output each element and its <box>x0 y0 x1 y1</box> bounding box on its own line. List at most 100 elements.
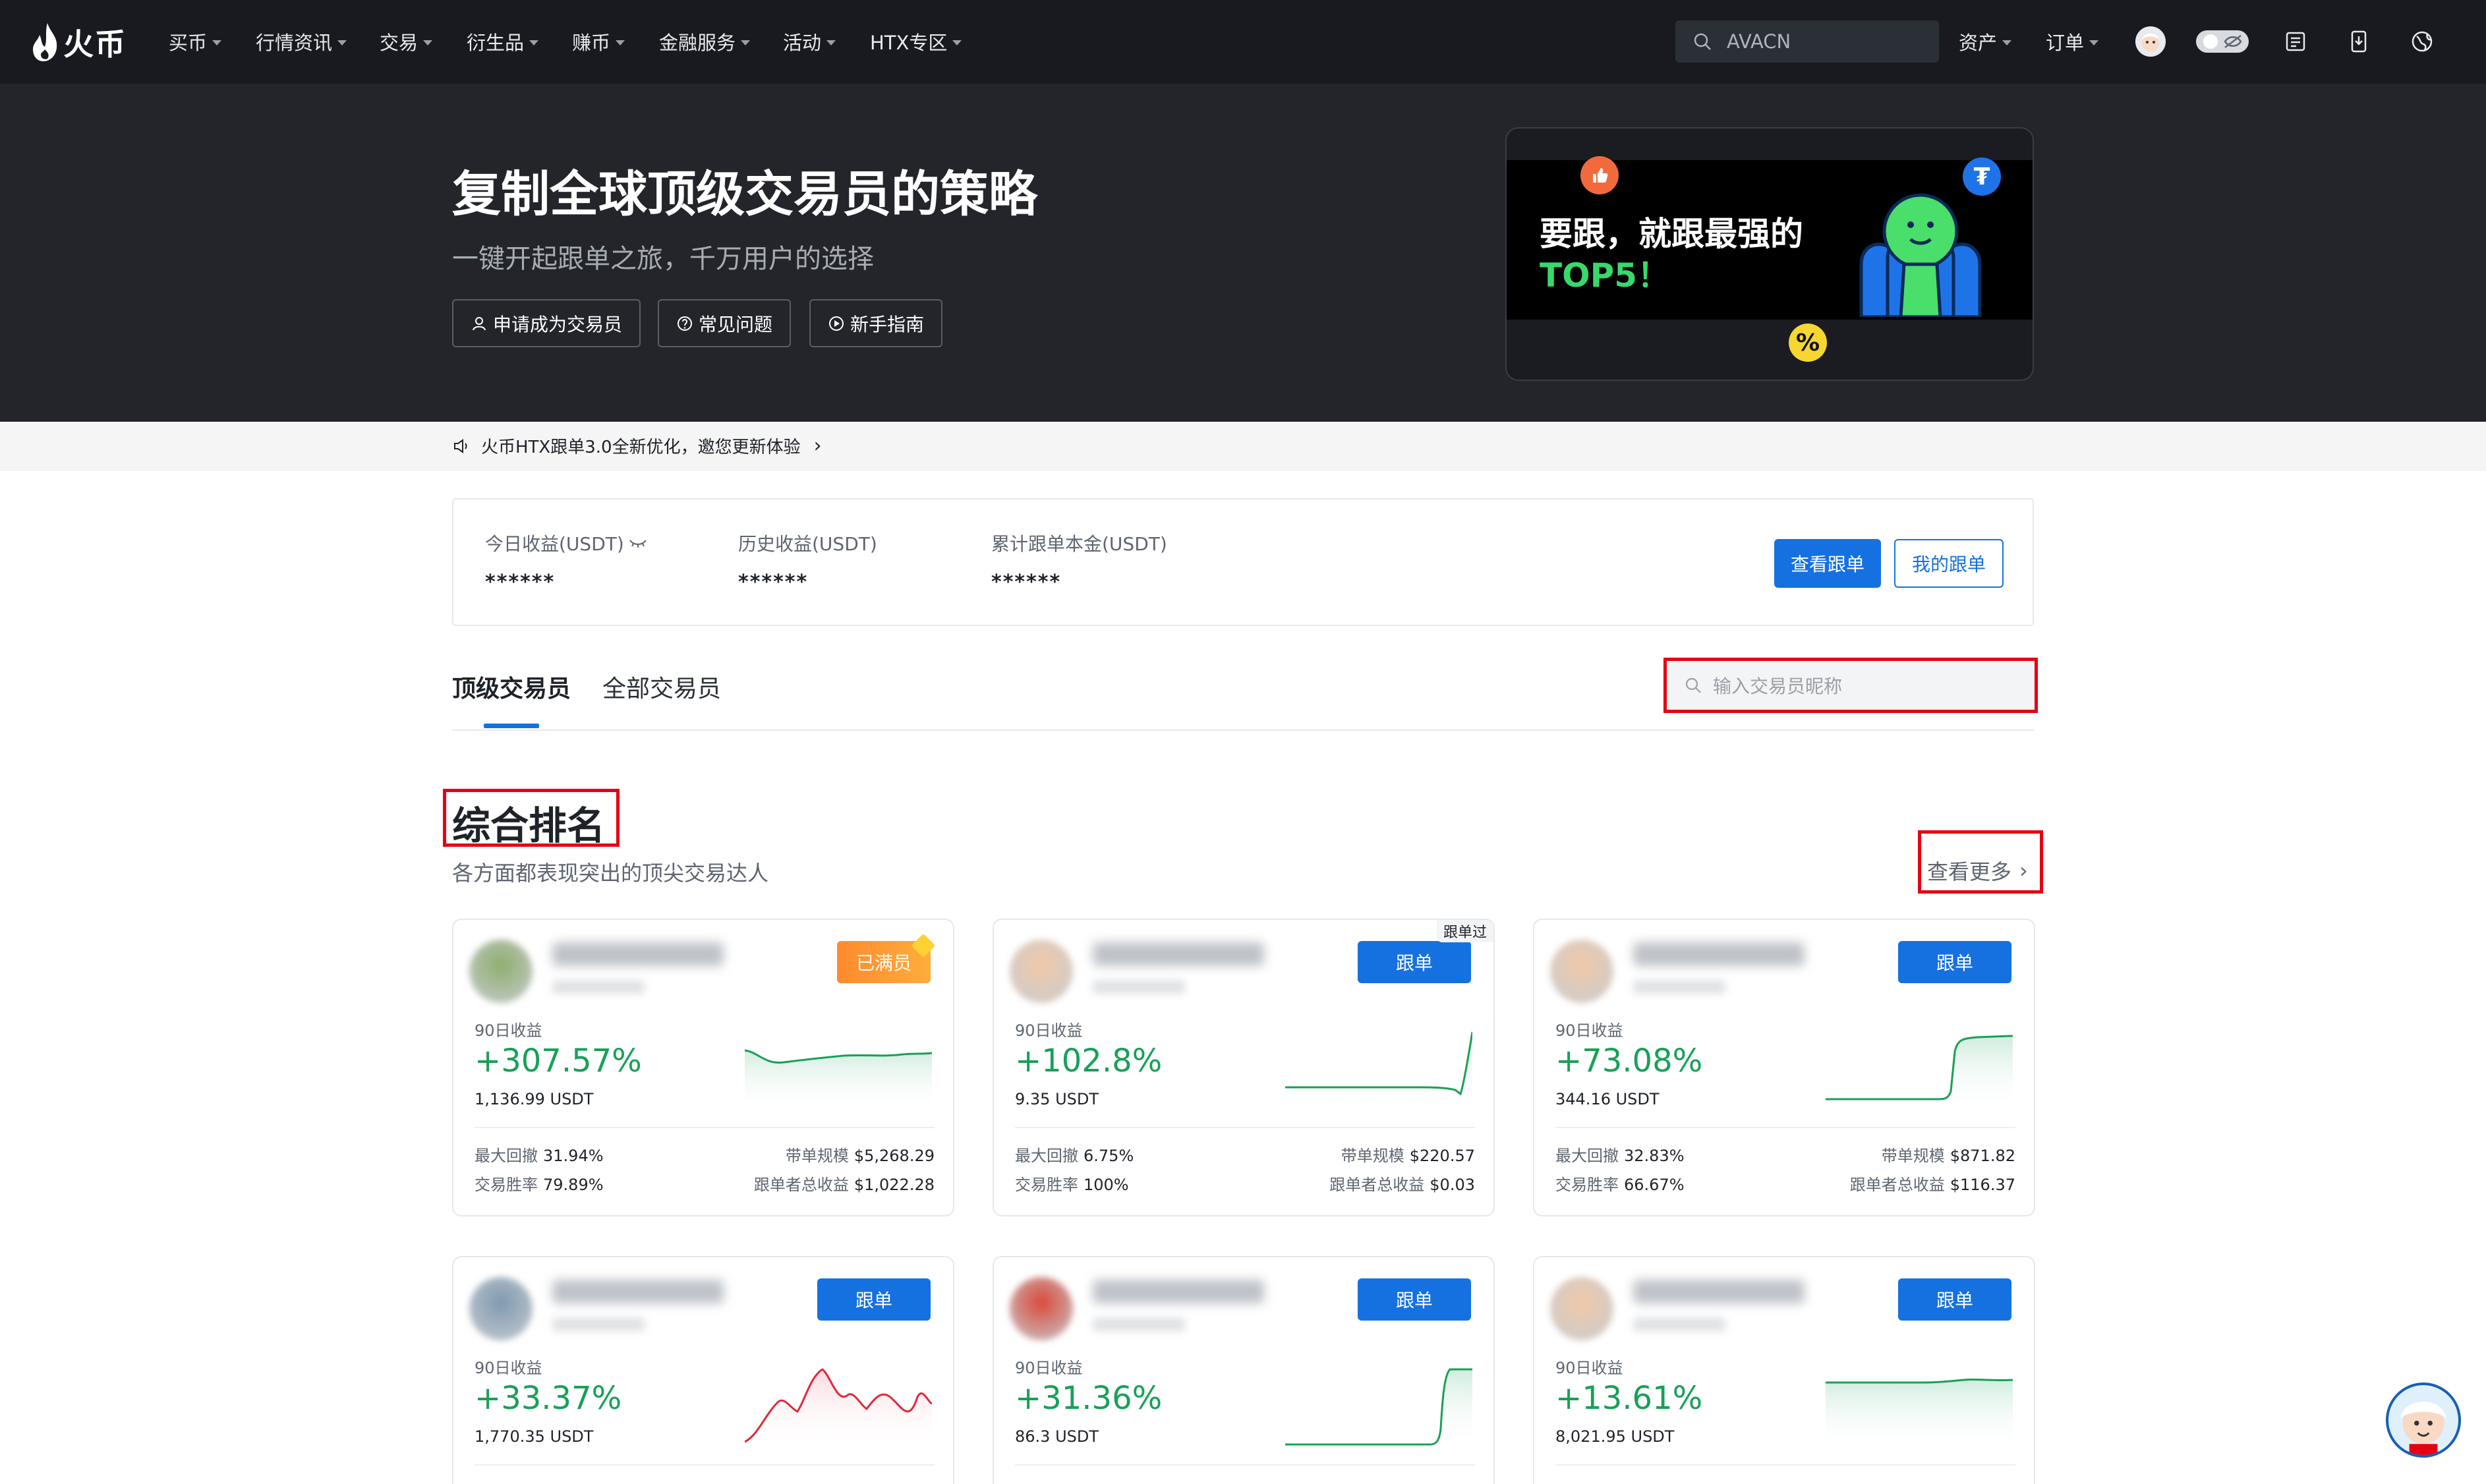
trader-avatar[interactable] <box>1010 1277 1073 1340</box>
roi-value: +13.61% <box>1555 1380 1703 1417</box>
promo-banner-top5[interactable]: ₮ 要跟，就跟最强的 TOP5！ % <box>1505 127 2034 381</box>
customer-service-icon[interactable] <box>2386 1383 2461 1458</box>
nav-item-derivatives[interactable]: 衍生品 <box>467 26 539 57</box>
follow-button[interactable]: 跟单 <box>1358 941 1471 983</box>
tab-all-traders[interactable]: 全部交易员 <box>602 670 721 704</box>
mascot-figure-icon <box>1859 193 1982 317</box>
follow-button[interactable]: 跟单 <box>1898 941 2011 983</box>
caret-down-icon <box>423 40 433 45</box>
total-principal-value: ****** <box>991 571 1062 594</box>
user-avatar[interactable] <box>2135 26 2166 57</box>
announcement-text: 火币HTX跟单3.0全新优化，邀您更新体验 <box>481 438 801 457</box>
nav-item-htx-zone[interactable]: HTX专区 <box>870 26 962 57</box>
nav-assets-menu[interactable]: 资产 <box>1959 26 2012 57</box>
trader-card[interactable]: 跟单 90日收益 +33.37% 1,770.35 USDT <box>452 1256 954 1484</box>
language-globe-icon[interactable] <box>2407 26 2437 57</box>
htx-logo[interactable]: 火币 <box>30 16 127 69</box>
trader-card[interactable]: 跟单 90日收益 +31.36% 86.3 USDT <box>993 1256 1495 1484</box>
roi-label: 90日收益 <box>1555 1359 1623 1377</box>
trader-avatar[interactable] <box>1010 940 1073 1003</box>
nav-item-label: 行情资讯 <box>256 32 333 54</box>
hero-banner <box>0 84 2486 422</box>
play-circle-icon <box>829 316 844 331</box>
follow-button[interactable]: 跟单 <box>817 1278 931 1321</box>
messages-icon[interactable] <box>2280 26 2311 57</box>
view-copy-orders-button[interactable]: 查看跟单 <box>1774 539 1881 588</box>
nav-search-value: AVACN <box>1727 30 1791 53</box>
announcement-bar: 火币HTX跟单3.0全新优化，邀您更新体验 › <box>0 422 2486 471</box>
history-earnings-label: 历史收益(USDT) <box>738 533 877 555</box>
trader-avatar[interactable] <box>1550 1277 1613 1340</box>
caret-down-icon <box>212 40 222 45</box>
section-subtitle: 各方面都表现突出的顶尖交易达人 <box>452 861 769 886</box>
trader-id-blurred <box>1093 981 1185 994</box>
logo-text: 火币 <box>63 26 127 62</box>
trader-id-blurred <box>1633 1318 1725 1331</box>
pnl-amount: 86.3 USDT <box>1015 1427 1099 1446</box>
search-icon <box>1694 33 1711 50</box>
nav-item-finance[interactable]: 金融服务 <box>659 26 751 57</box>
trader-name-blurred <box>552 942 724 966</box>
nav-item-markets[interactable]: 行情资讯 <box>256 26 347 57</box>
thumbs-up-icon <box>1580 156 1619 194</box>
question-circle-icon <box>678 316 692 331</box>
today-earnings-label: 今日收益(USDT) <box>485 533 624 555</box>
follow-button[interactable]: 跟单 <box>1358 1278 1471 1321</box>
tether-icon: ₮ <box>1963 157 2001 196</box>
caret-down-icon <box>529 40 539 45</box>
eye-hidden-icon[interactable] <box>628 536 648 550</box>
caret-down-icon <box>2002 40 2012 45</box>
roi-value: +102.8% <box>1015 1042 1163 1079</box>
trader-avatar[interactable] <box>1550 940 1613 1003</box>
apply-trader-button[interactable]: 申请成为交易员 <box>452 299 641 347</box>
total-principal-label: 累计跟单本金(USDT) <box>991 533 1167 555</box>
trader-search-input[interactable]: 输入交易员昵称 <box>1663 658 2038 713</box>
tab-top-traders[interactable]: 顶级交易员 <box>452 670 571 704</box>
nav-orders-menu[interactable]: 订单 <box>2046 26 2099 57</box>
nav-item-trade[interactable]: 交易 <box>380 26 433 57</box>
view-more-label: 查看更多 <box>1927 859 2012 884</box>
speaker-icon <box>454 438 467 453</box>
card-stats-row: 交易胜率 100% 跟单者总收益 $0.03 <box>1015 1176 1475 1194</box>
faq-button[interactable]: 常见问题 <box>658 299 792 347</box>
nav-item-earn[interactable]: 赚币 <box>572 26 625 57</box>
my-copy-orders-button[interactable]: 我的跟单 <box>1894 539 2004 588</box>
percent-icon: % <box>1789 324 1827 362</box>
card-divider <box>1015 1464 1475 1466</box>
trader-card[interactable]: 跟单 90日收益 +13.61% 8,021.95 USDT <box>1533 1256 2035 1484</box>
trader-search-placeholder: 输入交易员昵称 <box>1713 675 1843 697</box>
roi-value: +307.57% <box>475 1042 642 1079</box>
announcement-link[interactable]: 火币HTX跟单3.0全新优化，邀您更新体验 › <box>452 434 822 458</box>
eye-toggle-icon <box>2203 34 2242 49</box>
follow-button[interactable]: 跟单 <box>1898 1278 2011 1321</box>
nav-item-events[interactable]: 活动 <box>783 26 836 57</box>
roi-sparkline <box>1826 1378 2013 1448</box>
followed-tag: 跟单过 <box>1436 920 1493 942</box>
trader-avatar[interactable] <box>469 1277 533 1340</box>
beginner-guide-button[interactable]: 新手指南 <box>809 299 943 347</box>
roi-value: +31.36% <box>1015 1380 1163 1417</box>
download-icon[interactable] <box>2344 26 2374 57</box>
trader-card[interactable]: 跟单 跟单过 90日收益 +102.8% 9.35 USDT 最大回撤 6.75% 带单规… <box>993 919 1495 1216</box>
card-divider <box>1555 1127 2015 1128</box>
earnings-summary-panel: 今日收益(USDT) ****** 历史收益(USDT) ****** 累计跟单… <box>452 498 2034 626</box>
nav-search-input[interactable]: AVACN <box>1675 20 1939 63</box>
nav-orders-label: 订单 <box>2046 32 2085 54</box>
trader-card[interactable]: 跟单 90日收益 +73.08% 344.16 USDT 最大回撤 32.83% 带单规… <box>1533 919 2035 1216</box>
trader-card[interactable]: 已满员 90日收益 +307.57% 1,136.99 USDT 最大回撤 31.94%… <box>452 919 954 1216</box>
privacy-toggle[interactable] <box>2196 30 2249 53</box>
hero-title: 复制全球顶级交易员的策略 <box>452 166 1037 223</box>
nav-item-label: 交易 <box>380 32 419 54</box>
roi-value: +33.37% <box>475 1380 622 1417</box>
caret-down-icon <box>2089 40 2099 45</box>
roi-sparkline <box>745 1368 932 1448</box>
caret-down-icon <box>616 40 625 45</box>
caret-down-icon <box>826 40 836 45</box>
nav-item-buy-crypto[interactable]: 买币 <box>169 26 222 57</box>
trader-avatar[interactable] <box>469 940 533 1003</box>
card-stats-row: 最大回撤 32.83% 带单规模 $871.82 <box>1555 1147 2015 1165</box>
view-more-link[interactable]: 查看更多 › <box>1927 855 2028 886</box>
apply-trader-label: 申请成为交易员 <box>493 313 623 335</box>
roi-value: +73.08% <box>1555 1042 1703 1079</box>
card-stats-row: 最大回撤 6.75% 带单规模 $220.57 <box>1015 1147 1475 1165</box>
